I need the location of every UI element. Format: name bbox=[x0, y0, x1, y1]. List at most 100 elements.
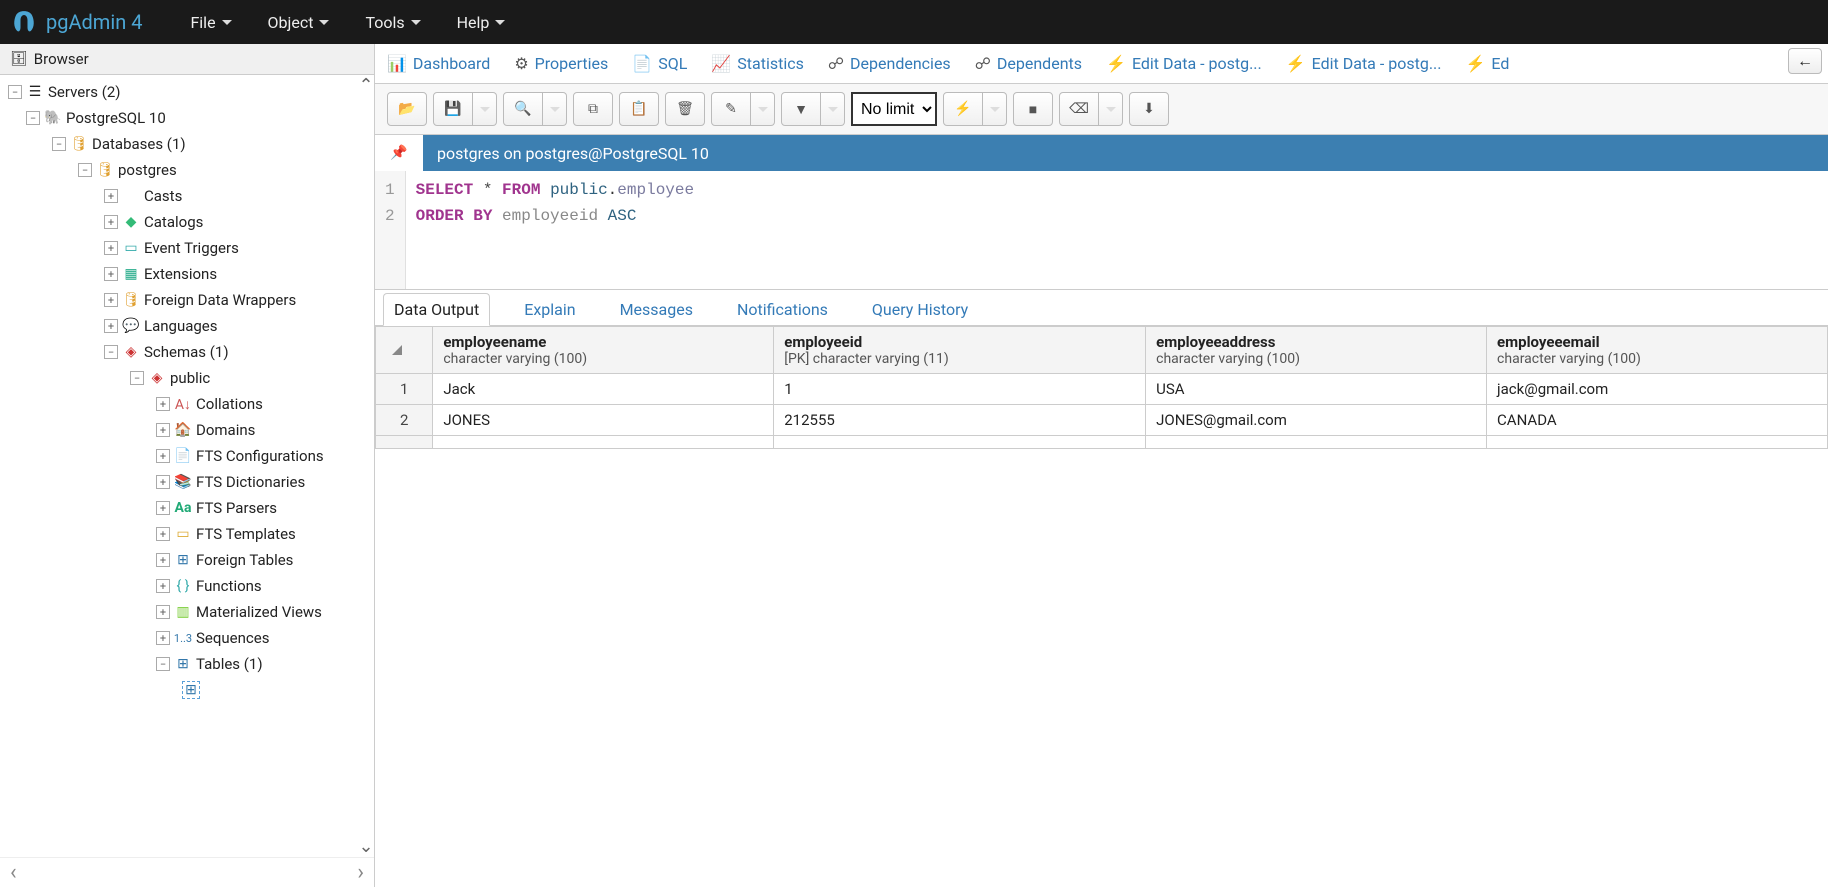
row-number[interactable]: 2 bbox=[376, 405, 433, 436]
cell[interactable] bbox=[1146, 436, 1487, 449]
tree-mat-views[interactable]: +▥Materialized Views bbox=[4, 601, 374, 623]
data-output-grid[interactable]: employeenamecharacter varying (100) empl… bbox=[375, 326, 1828, 449]
tree-servers[interactable]: −☰Servers (2) bbox=[4, 81, 374, 103]
execute-dropdown-button[interactable] bbox=[983, 92, 1007, 126]
tree-collations[interactable]: +A↓Collations bbox=[4, 393, 374, 415]
grid-corner[interactable] bbox=[376, 327, 433, 374]
tab-edit-data-3[interactable]: ⚡Ed bbox=[1465, 54, 1509, 83]
row-number[interactable]: 1 bbox=[376, 374, 433, 405]
scroll-up-icon[interactable]: ⌃ bbox=[358, 75, 373, 96]
menu-tools[interactable]: Tools bbox=[347, 13, 438, 32]
stop-button[interactable]: ■ bbox=[1013, 92, 1053, 126]
col-header-employeeid[interactable]: employeeid[PK] character varying (11) bbox=[774, 327, 1146, 374]
filter-button[interactable]: ▼ bbox=[781, 92, 821, 126]
tree-vscroll[interactable]: ⌃ ⌄ bbox=[358, 75, 374, 857]
find-dropdown-button[interactable] bbox=[543, 92, 567, 126]
scroll-left-icon[interactable]: ‹ bbox=[10, 860, 17, 885]
cell[interactable] bbox=[774, 436, 1146, 449]
col-header-employeeaddress[interactable]: employeeaddresscharacter varying (100) bbox=[1146, 327, 1487, 374]
cell[interactable]: Jack bbox=[433, 374, 774, 405]
paste-button[interactable]: 📋 bbox=[619, 92, 659, 126]
delete-button[interactable]: 🗑 bbox=[665, 92, 705, 126]
scroll-right-icon[interactable]: › bbox=[357, 860, 364, 885]
tree-extensions[interactable]: +▦Extensions bbox=[4, 263, 374, 285]
find-button[interactable]: 🔍 bbox=[503, 92, 543, 126]
limit-select[interactable]: No limit bbox=[851, 92, 937, 126]
tab-messages[interactable]: Messages bbox=[610, 294, 703, 325]
cell[interactable]: USA bbox=[1146, 374, 1487, 405]
tab-explain[interactable]: Explain bbox=[514, 294, 585, 325]
clear-button[interactable]: ⌫ bbox=[1059, 92, 1099, 126]
pin-button[interactable]: 📌 bbox=[375, 135, 423, 171]
tree-foreign-tables[interactable]: +⊞Foreign Tables bbox=[4, 549, 374, 571]
tree-tables[interactable]: −⊞Tables (1) bbox=[4, 653, 374, 675]
tab-statistics[interactable]: 📈Statistics bbox=[711, 54, 804, 83]
tree-hscroll[interactable]: ‹ › bbox=[0, 857, 374, 887]
tree-fts-templates[interactable]: +▭FTS Templates bbox=[4, 523, 374, 545]
tab-edit-data-2[interactable]: ⚡Edit Data - postg... bbox=[1286, 54, 1442, 83]
foreign-tables-icon: ⊞ bbox=[174, 552, 192, 568]
tree-sequences[interactable]: +1..3Sequences bbox=[4, 627, 374, 649]
tree-functions[interactable]: +{ }Functions bbox=[4, 575, 374, 597]
save-button[interactable]: 💾 bbox=[433, 92, 473, 126]
tree-fts-dicts[interactable]: +📚FTS Dictionaries bbox=[4, 471, 374, 493]
cell[interactable] bbox=[433, 436, 774, 449]
row-number[interactable] bbox=[376, 436, 433, 449]
table-row[interactable]: 2 JONES 212555 JONES@gmail.com CANADA bbox=[376, 405, 1828, 436]
open-file-button[interactable]: 📂 bbox=[387, 92, 427, 126]
tab-scroll-back-button[interactable]: ← bbox=[1788, 48, 1822, 74]
tree-languages[interactable]: +💬Languages bbox=[4, 315, 374, 337]
edit-dropdown-button[interactable] bbox=[751, 92, 775, 126]
cell[interactable]: CANADA bbox=[1487, 405, 1828, 436]
save-dropdown-button[interactable] bbox=[473, 92, 497, 126]
cell[interactable]: JONES bbox=[433, 405, 774, 436]
tree-table-item[interactable]: ⊞ bbox=[4, 679, 374, 701]
caret-down-icon bbox=[1106, 107, 1116, 112]
menu-object[interactable]: Object bbox=[250, 13, 348, 32]
tab-dependents[interactable]: ☍Dependents bbox=[975, 54, 1082, 83]
caret-down-icon bbox=[550, 107, 560, 112]
col-header-employeename[interactable]: employeenamecharacter varying (100) bbox=[433, 327, 774, 374]
scroll-down-icon[interactable]: ⌄ bbox=[358, 836, 373, 857]
tree-casts[interactable]: + Casts bbox=[4, 185, 374, 207]
object-tree[interactable]: −☰Servers (2) −🐘PostgreSQL 10 −🛢Database… bbox=[0, 75, 374, 857]
tree-schemas[interactable]: −◈Schemas (1) bbox=[4, 341, 374, 363]
cell[interactable]: 212555 bbox=[774, 405, 1146, 436]
cell[interactable]: 1 bbox=[774, 374, 1146, 405]
tree-fdw[interactable]: +🛢Foreign Data Wrappers bbox=[4, 289, 374, 311]
tab-dependencies[interactable]: ☍Dependencies bbox=[828, 54, 951, 83]
cell[interactable] bbox=[1487, 436, 1828, 449]
tree-catalogs[interactable]: +◆Catalogs bbox=[4, 211, 374, 233]
filter-dropdown-button[interactable] bbox=[821, 92, 845, 126]
table-row-empty[interactable] bbox=[376, 436, 1828, 449]
tab-properties[interactable]: ⚙Properties bbox=[514, 54, 608, 83]
tree-schema-public[interactable]: −◈public bbox=[4, 367, 374, 389]
tree-event-triggers[interactable]: +▭Event Triggers bbox=[4, 237, 374, 259]
tab-data-output[interactable]: Data Output bbox=[383, 293, 490, 326]
edit-button[interactable]: ✎ bbox=[711, 92, 751, 126]
tree-fts-configs[interactable]: +📄FTS Configurations bbox=[4, 445, 374, 467]
cell[interactable]: jack@gmail.com bbox=[1487, 374, 1828, 405]
cell[interactable]: JONES@gmail.com bbox=[1146, 405, 1487, 436]
col-header-employeeemail[interactable]: employeeemailcharacter varying (100) bbox=[1487, 327, 1828, 374]
tree-domains[interactable]: +🏠Domains bbox=[4, 419, 374, 441]
execute-button[interactable]: ⚡ bbox=[943, 92, 983, 126]
tree-databases[interactable]: −🛢Databases (1) bbox=[4, 133, 374, 155]
clear-dropdown-button[interactable] bbox=[1099, 92, 1123, 126]
sql-editor[interactable]: 1 2 SELECT * FROM public.employee ORDER … bbox=[375, 171, 1828, 290]
tab-dashboard[interactable]: 📊Dashboard bbox=[387, 54, 490, 83]
servers-icon: ☰ bbox=[26, 84, 44, 100]
tree-db-postgres[interactable]: −🛢postgres bbox=[4, 159, 374, 181]
tree-server-pg10[interactable]: −🐘PostgreSQL 10 bbox=[4, 107, 374, 129]
tab-edit-data-1[interactable]: ⚡Edit Data - postg... bbox=[1106, 54, 1262, 83]
menu-file[interactable]: File bbox=[172, 13, 249, 32]
tab-query-history[interactable]: Query History bbox=[862, 294, 978, 325]
menu-help[interactable]: Help bbox=[439, 13, 524, 32]
tab-sql[interactable]: 📄SQL bbox=[632, 54, 687, 83]
editor-code[interactable]: SELECT * FROM public.employee ORDER BY e… bbox=[406, 171, 704, 289]
tree-fts-parsers[interactable]: +AaFTS Parsers bbox=[4, 497, 374, 519]
tab-notifications[interactable]: Notifications bbox=[727, 294, 838, 325]
download-button[interactable]: ⬇ bbox=[1129, 92, 1169, 126]
copy-button[interactable]: ⧉ bbox=[573, 92, 613, 126]
table-row[interactable]: 1 Jack 1 USA jack@gmail.com bbox=[376, 374, 1828, 405]
